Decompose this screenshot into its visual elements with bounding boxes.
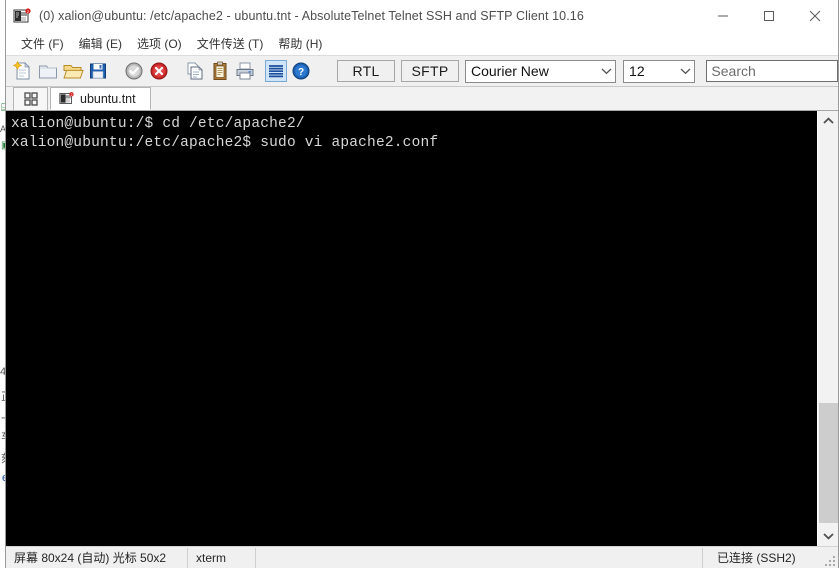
tab-overview-button[interactable] xyxy=(13,87,48,110)
menu-help[interactable]: 帮助 (H) xyxy=(272,33,331,54)
terminal-area[interactable]: xalion@ubuntu:/$ cd /etc/apache2/ xalion… xyxy=(6,111,838,546)
font-size-value: 12 xyxy=(629,63,645,79)
new-window-icon[interactable] xyxy=(37,60,59,82)
font-family-value: Courier New xyxy=(471,63,549,79)
scroll-up-arrow[interactable] xyxy=(818,111,838,131)
scroll-down-arrow[interactable] xyxy=(818,526,838,546)
toolbar: ? RTL SFTP Courier New 12 Search xyxy=(6,55,839,87)
window-title: (0) xalion@ubuntu: /etc/apache2 - ubuntu… xyxy=(39,9,584,23)
absolutetelnet-icon: 2 xyxy=(13,7,31,25)
terminal-line: xalion@ubuntu:/etc/apache2$ sudo vi apac… xyxy=(11,135,439,151)
svg-text:?: ? xyxy=(298,67,304,78)
menu-options[interactable]: 选项 (O) xyxy=(131,33,191,54)
new-session-icon[interactable] xyxy=(12,60,34,82)
font-size-select[interactable]: 12 xyxy=(623,59,696,83)
disconnect-icon[interactable] xyxy=(148,60,170,82)
status-bar: 屏幕 80x24 (自动) 光标 50x2 xterm 已连接 (SSH2) xyxy=(6,546,838,568)
menu-file[interactable]: 文件 (F) xyxy=(15,33,73,54)
svg-text:2: 2 xyxy=(71,93,73,97)
font-family-select[interactable]: Courier New xyxy=(465,59,617,83)
open-folder-icon[interactable] xyxy=(62,60,84,82)
help-icon[interactable]: ? xyxy=(290,60,312,82)
tab-label: ubuntu.tnt xyxy=(80,91,136,106)
terminal-screen[interactable]: xalion@ubuntu:/$ cd /etc/apache2/ xalion… xyxy=(6,111,817,546)
status-connection: 已连接 (SSH2) xyxy=(717,551,796,565)
maximize-button[interactable] xyxy=(746,0,792,32)
menu-file-transfer[interactable]: 文件传送 (T) xyxy=(191,33,273,54)
search-input[interactable]: Search xyxy=(706,60,839,82)
paste-icon[interactable] xyxy=(209,60,231,82)
save-icon[interactable] xyxy=(87,60,109,82)
status-screen-info: 屏幕 80x24 (自动) 光标 50x2 xyxy=(6,547,188,568)
terminal-line: xalion@ubuntu:/$ cd /etc/apache2/ xyxy=(11,116,305,132)
tab-ubuntu-tnt[interactable]: 2 ubuntu.tnt xyxy=(50,87,151,110)
scrollbar-thumb[interactable] xyxy=(819,403,838,523)
search-placeholder: Search xyxy=(711,63,756,79)
terminal-scrollbar[interactable] xyxy=(817,111,838,546)
sftp-button[interactable]: SFTP xyxy=(401,60,459,82)
minimize-button[interactable] xyxy=(700,0,746,32)
chevron-down-icon xyxy=(597,67,615,75)
tab-bar: 2 ubuntu.tnt xyxy=(6,87,838,111)
chevron-down-icon xyxy=(676,67,694,75)
copy-icon[interactable] xyxy=(184,60,206,82)
menu-edit[interactable]: 编辑 (E) xyxy=(73,33,131,54)
print-icon[interactable] xyxy=(234,60,256,82)
absolutetelnet-window: 2 (0) xalion@ubuntu: /etc/apache2 - ubun… xyxy=(5,0,839,568)
log-session-icon[interactable] xyxy=(265,60,287,82)
menu-bar: 文件 (F) 编辑 (E) 选项 (O) 文件传送 (T) 帮助 (H) xyxy=(6,33,838,55)
close-button[interactable] xyxy=(792,0,838,32)
status-spacer xyxy=(256,547,703,568)
rtl-button[interactable]: RTL xyxy=(337,60,395,82)
resize-grip-icon[interactable] xyxy=(823,554,835,566)
window-controls xyxy=(700,0,838,32)
connect-icon[interactable] xyxy=(123,60,145,82)
status-terminal-type: xterm xyxy=(188,547,256,568)
session-icon: 2 xyxy=(59,91,74,106)
title-bar[interactable]: 2 (0) xalion@ubuntu: /etc/apache2 - ubun… xyxy=(6,0,838,33)
